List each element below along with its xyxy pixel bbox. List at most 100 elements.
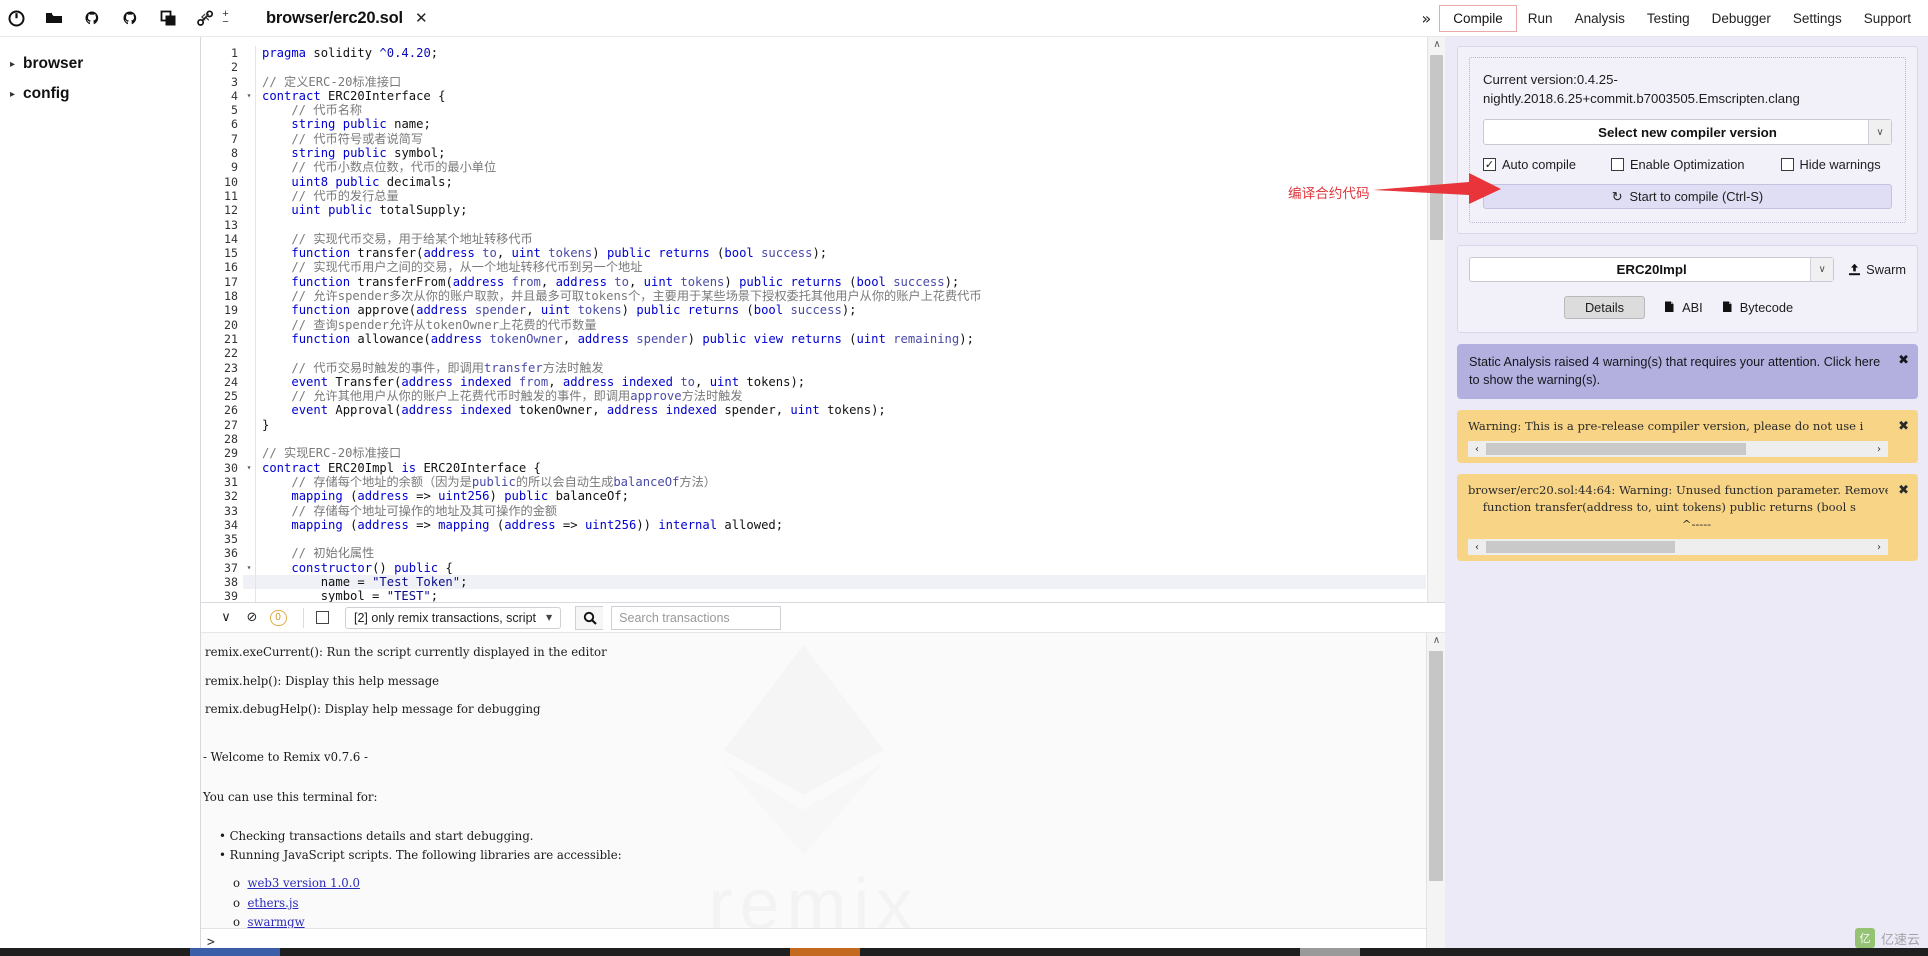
terminal-library-item[interactable]: ethers.js — [233, 894, 1427, 914]
code-line-row[interactable]: 13 — [201, 217, 1426, 232]
warning-horizontal-scrollbar[interactable]: ‹ › — [1468, 539, 1888, 555]
contract-select[interactable]: ERC20Impl ∨ — [1469, 257, 1835, 282]
listen-network-checkbox[interactable] — [316, 611, 329, 624]
font-decrease-icon[interactable]: − — [222, 17, 228, 28]
code-line-row[interactable]: 19 function approve(address spender, uin… — [201, 303, 1426, 318]
scroll-right-icon[interactable]: › — [1870, 441, 1888, 458]
sidebar-item-config[interactable]: ▸ config — [0, 79, 200, 109]
code-line-row[interactable]: 8 string public symbol; — [201, 146, 1426, 161]
start-compile-button[interactable]: ↻ Start to compile (Ctrl-S) — [1483, 184, 1892, 209]
collapse-panel-icon[interactable]: « — [200, 6, 210, 28]
tab-run[interactable]: Run — [1517, 7, 1564, 30]
close-icon[interactable]: ✖ — [1898, 418, 1909, 435]
terminal-output-area[interactable]: remix remix.exeCurrent(): Run the script… — [201, 633, 1427, 956]
scroll-up-icon[interactable]: ∧ — [1428, 37, 1446, 53]
code-line-row[interactable]: 27} — [201, 417, 1426, 433]
scroll-left-icon[interactable]: ‹ — [1468, 539, 1486, 556]
tab-testing[interactable]: Testing — [1636, 7, 1701, 30]
code-line-row[interactable]: 4 ▾ contract ERC20Interface { — [201, 88, 1426, 104]
terminal-library-item[interactable]: web3 version 1.0.0 — [233, 874, 1427, 894]
code-line-row[interactable]: 2 — [201, 60, 1426, 75]
code-line-row[interactable]: 24 event Transfer(address indexed from, … — [201, 374, 1426, 390]
close-icon[interactable]: ✖ — [1898, 352, 1909, 370]
scrollbar-thumb[interactable] — [1429, 651, 1443, 881]
code-line-row[interactable]: 5 // 代币名称 — [201, 103, 1426, 118]
code-line-row[interactable]: 9 // 代币小数点位数，代币的最小单位 — [201, 160, 1426, 175]
code-line-row[interactable]: 1 pragma solidity ^0.4.20; — [201, 46, 1426, 61]
code-line-row[interactable]: 34 mapping (address => mapping (address … — [201, 517, 1426, 533]
taskbar-item[interactable] — [790, 948, 860, 956]
collapse-terminal-icon[interactable]: ∨ — [213, 607, 239, 629]
transaction-filter-select[interactable]: [2] only remix transactions, script ▼ — [345, 606, 562, 629]
library-link[interactable]: ethers.js — [247, 896, 298, 910]
code-line-row[interactable]: 17 function transferFrom(address from, a… — [201, 274, 1426, 290]
code-line-row[interactable]: 28 — [201, 432, 1426, 447]
code-lines[interactable]: 1 pragma solidity ^0.4.20; 2 3 // 定义ERC-20标准… — [201, 37, 1426, 602]
fold-toggle-icon[interactable]: ▾ — [243, 461, 255, 475]
search-input[interactable] — [611, 605, 782, 630]
tab-settings[interactable]: Settings — [1782, 7, 1853, 30]
hide-warnings-checkbox[interactable]: Hide warnings — [1780, 157, 1881, 172]
details-button[interactable]: Details — [1563, 296, 1646, 319]
code-line-row[interactable]: 12 uint public totalSupply; — [201, 203, 1426, 218]
scroll-up-icon[interactable]: ∧ — [1427, 633, 1445, 649]
code-line-row[interactable]: 14 // 实现代币交易，用于给某个地址转移代币 — [201, 231, 1426, 247]
code-line-row[interactable]: 33 // 存储每个地址可操作的地址及其可操作的金额 — [201, 503, 1426, 518]
code-line-row[interactable]: 37 ▾ constructor() public { — [201, 560, 1426, 575]
bytecode-button[interactable]: Bytecode — [1722, 300, 1793, 315]
code-line-row[interactable]: 6 string public name; — [201, 117, 1426, 132]
taskbar-item[interactable] — [1300, 948, 1360, 956]
scrollbar-thumb[interactable] — [1486, 541, 1675, 553]
github-push-icon[interactable] — [120, 8, 140, 28]
code-line-row[interactable]: 26 event Approval(address indexed tokenO… — [201, 403, 1426, 418]
code-line-row[interactable]: 23 // 代币交易时触发的事件，即调用transfer方法时触发 — [201, 360, 1426, 375]
code-line-row[interactable]: 22 — [201, 346, 1426, 361]
tab-debugger[interactable]: Debugger — [1701, 7, 1782, 30]
file-tab-erc20[interactable]: browser/erc20.sol ✕ — [258, 0, 438, 36]
editor-vertical-scrollbar[interactable]: ∧ — [1427, 37, 1445, 602]
open-folder-icon[interactable] — [44, 8, 64, 28]
scroll-left-icon[interactable]: ‹ — [1468, 441, 1486, 458]
transaction-search[interactable] — [575, 605, 782, 630]
code-line-row[interactable]: 11 // 代币的发行总量 — [201, 188, 1426, 204]
static-analysis-alert[interactable]: ✖ Static Analysis raised 4 warning(s) th… — [1457, 344, 1918, 399]
auto-compile-checkbox[interactable]: ✓ Auto compile — [1483, 157, 1576, 172]
code-line-row[interactable]: 31 // 存储每个地址的余额（因为是public的所以会自动生成balance… — [201, 474, 1426, 490]
close-icon[interactable]: ✕ — [415, 9, 428, 27]
code-line-row[interactable]: 10 uint8 public decimals; — [201, 174, 1426, 189]
code-line-row[interactable]: 39 symbol = "TEST"; — [201, 589, 1426, 602]
tab-compile[interactable]: Compile — [1439, 4, 1517, 32]
compiler-version-select[interactable]: Select new compiler version ∨ — [1483, 119, 1892, 145]
scroll-right-icon[interactable]: › — [1870, 539, 1888, 556]
taskbar-item[interactable] — [190, 948, 280, 956]
code-line-row[interactable]: 15 function transfer(address to, uint to… — [201, 246, 1426, 261]
library-link[interactable]: web3 version 1.0.0 — [247, 876, 359, 890]
code-line-row[interactable]: 35 — [201, 532, 1426, 547]
fold-toggle-icon[interactable]: ▾ — [243, 561, 255, 575]
clear-console-icon[interactable]: ⊘ — [239, 607, 265, 629]
scrollbar-thumb[interactable] — [1486, 443, 1747, 455]
code-line-row[interactable]: 7 // 代币符号或者说简写 — [201, 131, 1426, 147]
code-line-row[interactable]: 32 mapping (address => uint256) public b… — [201, 489, 1426, 504]
warning-horizontal-scrollbar[interactable]: ‹ › — [1468, 441, 1888, 457]
code-line-row[interactable]: 16 // 实现代币用户之间的交易，从一个地址转移代币到另一个地址 — [201, 260, 1426, 275]
code-line-row[interactable]: 21 function allowance(address tokenOwner… — [201, 331, 1426, 347]
sidebar-item-browser[interactable]: ▸ browser — [0, 49, 200, 79]
publish-swarm-button[interactable]: Swarm — [1848, 262, 1906, 277]
terminal-body[interactable]: remix remix.exeCurrent(): Run the script… — [201, 633, 1445, 956]
tab-analysis[interactable]: Analysis — [1564, 7, 1636, 30]
chevron-right-icon[interactable]: » — [1421, 9, 1431, 28]
copy-file-icon[interactable] — [158, 8, 178, 28]
code-line-row[interactable]: 29 // 实现ERC-20标准接口 — [201, 446, 1426, 461]
code-line-row[interactable]: 3 // 定义ERC-20标准接口 — [201, 74, 1426, 89]
tab-support[interactable]: Support — [1853, 7, 1922, 30]
new-file-icon[interactable] — [6, 8, 26, 28]
code-line-row[interactable]: 20 // 查询spender允许从tokenOwner上花费的代币数量 — [201, 317, 1426, 332]
enable-optimization-checkbox[interactable]: Enable Optimization — [1610, 157, 1745, 172]
terminal-vertical-scrollbar[interactable]: ∧ — [1426, 633, 1445, 956]
code-line-row[interactable]: 38 name = "Test Token"; — [201, 574, 1426, 590]
code-line-row[interactable]: 18 // 允许spender多次从你的账户取款，并且最多可取tokens个，主… — [201, 289, 1426, 304]
code-line-row[interactable]: 25 // 允许其他用户从你的账户上花费代币时触发的事件，即调用approve方… — [201, 389, 1426, 404]
font-size-stepper[interactable]: + − — [222, 8, 228, 28]
scrollbar-thumb[interactable] — [1430, 55, 1443, 240]
